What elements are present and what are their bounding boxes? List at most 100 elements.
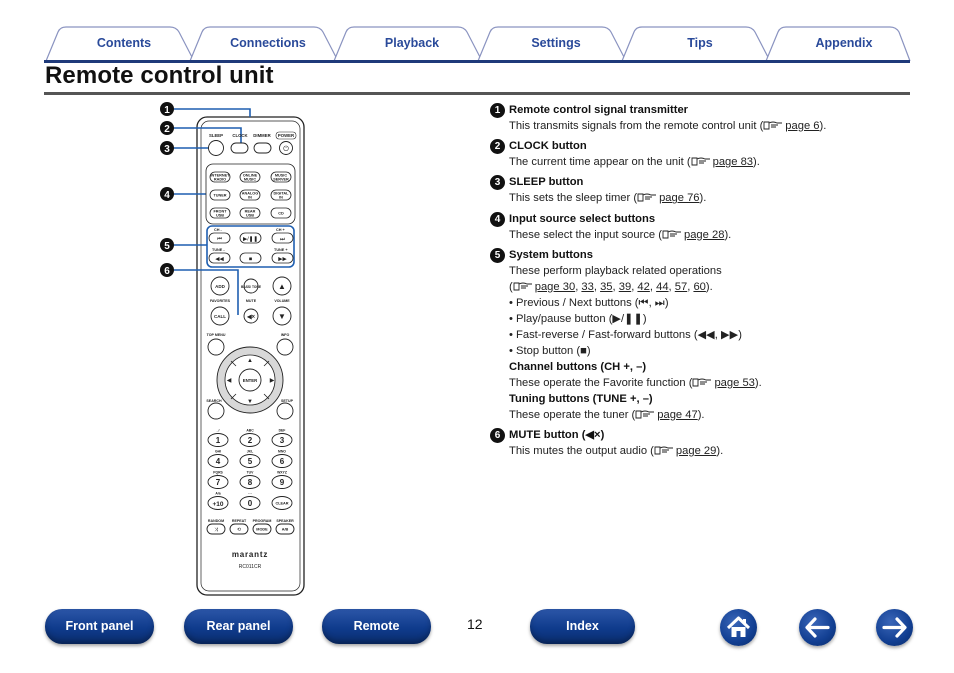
reference-icon [662, 230, 681, 239]
label-add: ADD [215, 284, 225, 289]
reference-icon [763, 121, 783, 130]
source-button-label: CD [278, 212, 284, 216]
source-button-label: SERVER [273, 178, 289, 182]
source-button-label: RADIO [214, 178, 226, 182]
stop-icon: ■ [249, 257, 252, 263]
tab-label: Playback [384, 36, 440, 50]
clock-button[interactable] [230, 142, 249, 154]
keypad-sublabel: . / [217, 429, 220, 433]
bullet-item: • Play/pause button (▶/❚❚) [509, 312, 647, 325]
item-heading: Input source select buttons [509, 212, 656, 225]
page-link[interactable]: 60 [693, 281, 705, 293]
tab-label: Contents [96, 36, 152, 50]
label-speaker: SPEAKER [276, 519, 294, 523]
description-item: 3 SLEEP button This sets the sleep timer (… [490, 174, 910, 206]
item-text: These select the input source (page 28). [509, 228, 732, 241]
dimmer-button[interactable] [253, 142, 272, 154]
volume-down-icon: ▼ [278, 312, 286, 321]
page-link[interactable]: page 29 [676, 445, 716, 457]
page-link[interactable]: 39 [619, 281, 631, 293]
tab-label: Settings [531, 36, 581, 50]
item-number: 5 [490, 247, 505, 263]
sleep-button[interactable] [208, 140, 224, 156]
tab-appendix[interactable]: Appendix [764, 26, 924, 62]
item-number: 3 [490, 175, 505, 191]
bullet-item: • Stop button (■) [509, 344, 591, 357]
keypad-sublabel: TUV [247, 471, 255, 475]
label-top-menu: TOP MENU [207, 333, 226, 337]
back-button[interactable] [799, 609, 836, 646]
info-button[interactable] [276, 338, 294, 356]
sub-text: These operate the Favorite function (pag… [509, 376, 762, 389]
reference-icon [513, 282, 532, 291]
page-link[interactable]: 35 [600, 281, 612, 293]
sub-heading: Channel buttons (CH +, –) [509, 360, 647, 373]
next-icon: ⏭ [280, 237, 285, 243]
forward-button[interactable] [876, 609, 913, 646]
callout-6: 6 [164, 266, 170, 277]
item-links: (page 30, 33, 35, 39, 42, 44, 57, 60). [509, 280, 713, 293]
page-link[interactable]: page 28 [684, 229, 724, 241]
page-link[interactable]: page 30 [535, 281, 575, 293]
page-link[interactable]: 33 [581, 281, 593, 293]
keypad-key: 6 [280, 457, 285, 466]
tab-settings[interactable]: Settings [476, 26, 636, 62]
tab-connections[interactable]: Connections [188, 26, 348, 62]
item-number: 2 [490, 139, 505, 155]
page-link[interactable]: 57 [675, 281, 687, 293]
page-link[interactable]: page 6 [785, 120, 819, 132]
arrow-left-icon [805, 617, 830, 638]
home-button[interactable] [720, 609, 757, 646]
tab-contents[interactable]: Contents [44, 26, 204, 62]
dpad-down-icon: ▼ [247, 399, 253, 405]
page-link[interactable]: 42 [637, 281, 649, 293]
dpad-up-icon: ▲ [247, 358, 253, 364]
play-pause-icon: ▶/❚❚ [243, 236, 258, 243]
sub-heading: Tuning buttons (TUNE +, –) [509, 392, 653, 405]
source-button-label: USB [216, 214, 224, 218]
index-button[interactable]: Index [530, 609, 635, 644]
label-tune-plus: TUNE + [274, 248, 288, 252]
remote-button[interactable]: Remote [322, 609, 431, 644]
search-button[interactable] [207, 402, 225, 420]
description-item: 2 CLOCK button The current time appear on … [490, 138, 910, 170]
keypad-key: 0 [248, 499, 253, 508]
setup-button[interactable] [276, 402, 294, 420]
page-link[interactable]: page 83 [713, 156, 753, 168]
top-menu-button[interactable] [207, 338, 225, 356]
reference-icon [654, 446, 673, 455]
item-text: These perform playback related operation… [509, 264, 722, 277]
label-setup: SETUP [281, 399, 294, 403]
label-repeat: REPEAT [232, 519, 247, 523]
item-heading: CLOCK button [509, 140, 587, 153]
description-item: 6 MUTE button (◀×) This mutes the output a… [490, 427, 910, 459]
rear-panel-button[interactable]: Rear panel [184, 609, 293, 644]
page-link[interactable]: page 76 [659, 192, 699, 204]
keypad-sublabel: DEF [279, 429, 286, 433]
label-search: SEARCH [206, 399, 222, 403]
reference-icon [637, 193, 657, 202]
source-button-label: MUSIC [244, 178, 256, 182]
reference-icon [693, 378, 712, 387]
source-button-label: IN [248, 196, 252, 200]
front-panel-button[interactable]: Front panel [45, 609, 154, 644]
item-number: 4 [490, 211, 505, 227]
tab-playback[interactable]: Playback [332, 26, 492, 62]
home-icon [726, 616, 751, 637]
item-text: The current time appear on the unit (pag… [509, 156, 760, 169]
label-favorites: FAVORITES [210, 299, 231, 303]
page-link[interactable]: 44 [656, 281, 668, 293]
description-item: 1 Remote control signal transmitter This t… [490, 102, 910, 134]
callout-4: 4 [164, 190, 170, 201]
source-button-label: TUNER [213, 194, 226, 198]
mute-icon: ◀× [585, 428, 601, 441]
tab-tips[interactable]: Tips [620, 26, 780, 62]
item-text: This mutes the output audio (page 29). [509, 444, 724, 457]
label-bass-tone: BASS/ TONE [241, 285, 262, 289]
description-list: 1 Remote control signal transmitter This t… [490, 102, 910, 463]
page-link[interactable]: page 53 [714, 377, 754, 389]
title-divider [44, 92, 910, 95]
description-item: 4 Input source select buttons These select… [490, 211, 910, 243]
callout-3: 3 [164, 144, 170, 155]
page-link[interactable]: page 47 [657, 409, 697, 421]
